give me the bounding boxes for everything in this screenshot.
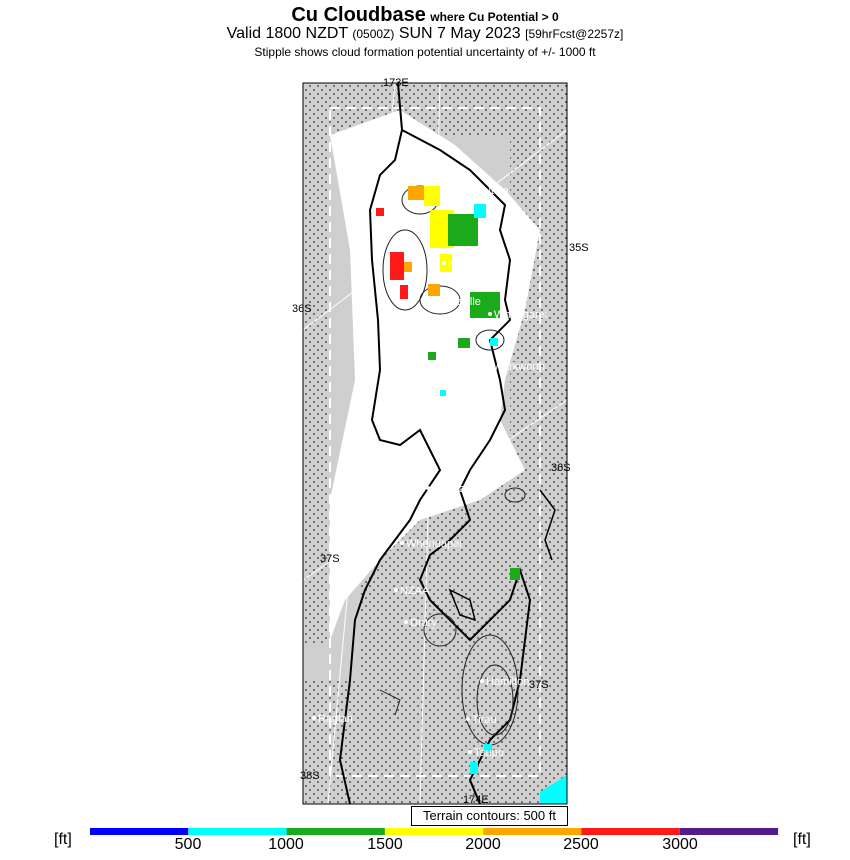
colorbar-segment: [679, 828, 779, 835]
colorbar-segment: [384, 828, 484, 835]
lat-label-36s-east: 36S: [551, 462, 571, 474]
place-dargaville: Dargaville: [432, 296, 481, 308]
colorbar-tick-3000: 3000: [662, 836, 698, 853]
colorbar-unit-left: [ft]: [54, 831, 72, 848]
place-marker: [312, 716, 316, 720]
terrain-contour-note: Terrain contours: 500 ft: [411, 806, 568, 826]
place-rocket: Rocket: [402, 315, 436, 327]
place-marker: [400, 541, 404, 545]
stipple-area-southwest: [303, 680, 363, 804]
colorbar-tick-2500: 2500: [563, 836, 599, 853]
place-marker: [480, 679, 484, 683]
place-marker: [442, 261, 446, 265]
place-marker: [466, 717, 470, 721]
place-marker: [488, 312, 492, 316]
colorbar-segment: [188, 828, 287, 835]
place-raglan: Raglan: [318, 713, 353, 725]
place-marker: [426, 486, 430, 490]
lat-label-38s: 38S: [300, 770, 320, 782]
place-marker: [404, 620, 408, 624]
colorbar-unit-right: [ft]: [793, 831, 811, 848]
place-hamilton: Hamilton: [486, 676, 529, 688]
place-whenuapai: Whenuapai: [406, 538, 462, 550]
place-kaitaia: Kaitaia: [475, 185, 510, 197]
place-whangarei: Whangarei: [494, 309, 547, 321]
colorbar-tick-500: 500: [174, 836, 202, 853]
lon-label-173e: 173E: [383, 77, 409, 89]
place-nzaa: NZAA: [400, 585, 430, 597]
colorbar-segment: [483, 828, 582, 835]
lat-label-37s-west: 37S: [320, 553, 340, 565]
stipple-area-east: [510, 83, 567, 804]
place-marker: [394, 588, 398, 592]
colorbar-segment: [90, 828, 189, 835]
lat-label-36s-west: 36S: [292, 303, 312, 315]
place-marker: [396, 318, 400, 322]
place-tirau: Tirau: [472, 714, 497, 726]
map-panel: 173E 174E 35S 36S 36S 37S 37S 38S Kaitai…: [90, 77, 779, 835]
place-kaikohe: Kaikohe: [448, 258, 488, 270]
lat-label-35s: 35S: [569, 242, 589, 254]
colorbar-tick-1500: 1500: [367, 836, 403, 853]
place-marker: [487, 364, 491, 368]
place-marker: [468, 750, 472, 754]
lon-label-174e: 174E: [463, 794, 489, 806]
place-auckland: Auckland: [432, 483, 477, 495]
place-marker: [426, 299, 430, 303]
place-drury: Drury: [410, 617, 437, 629]
place-taupo: Taupo: [474, 747, 504, 759]
place-marker: [469, 188, 473, 192]
lat-label-37s-east: 37S: [529, 679, 549, 691]
colorbar-segment: [286, 828, 385, 835]
colorbar-tick-2000: 2000: [465, 836, 501, 853]
colorbar: [90, 828, 779, 835]
colorbar-tick-1000: 1000: [268, 836, 304, 853]
place-warkworth: Warkworth: [493, 361, 545, 373]
colorbar-segment: [581, 828, 680, 835]
